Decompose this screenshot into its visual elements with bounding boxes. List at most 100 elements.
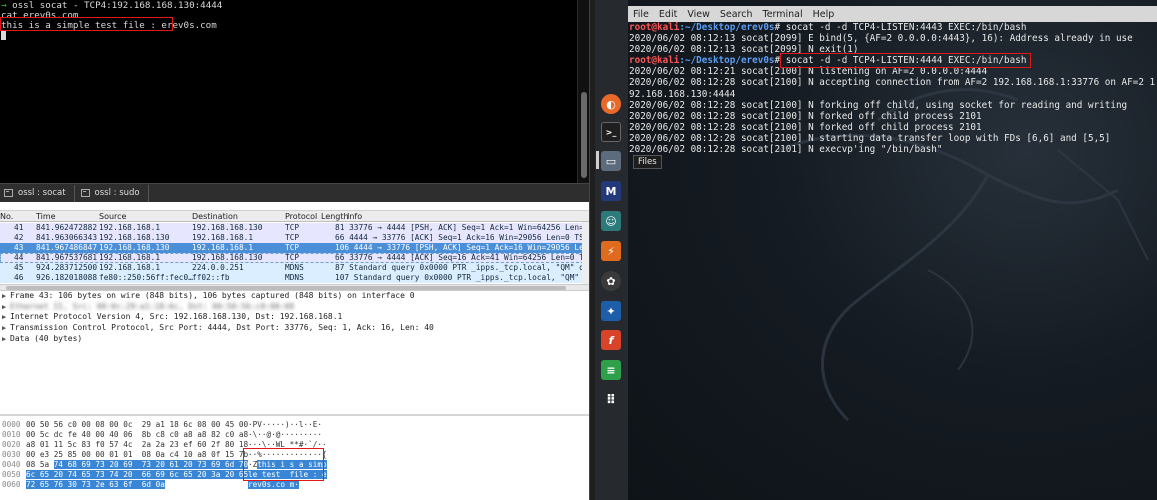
firefox-icon[interactable]: ◐ [601, 94, 621, 114]
terminal-scrollbar[interactable] [577, 0, 589, 183]
expand-arrow-icon[interactable]: ▶ [2, 312, 10, 323]
hex-ascii[interactable]: ·PV·····)··l··E· [248, 420, 322, 430]
line-text: 2020/06/02 08:12:21 socat[2100] N listen… [629, 66, 988, 78]
terminal-icon[interactable]: >_ [601, 122, 621, 142]
hex-bytes[interactable]: 00 5c dc fe 40 00 40 06 8b c8 c0 a8 a8 8… [26, 430, 248, 440]
hex-ascii[interactable]: rev0s.co m· [248, 480, 299, 490]
hex-bytes[interactable]: 72 65 76 30 73 2e 63 6f 6d 0a [26, 480, 165, 490]
expand-arrow-icon[interactable]: ▶ [2, 334, 10, 345]
hex-bytes[interactable]: a8 01 11 5c 83 f0 57 4c 2a 2a 23 ef 60 2… [26, 440, 248, 450]
hex-row: 0040 08 5a 74 68 69 73 20 69 73 20 61 20 … [0, 460, 589, 470]
faraday-icon[interactable]: f [601, 330, 621, 350]
packet-row[interactable]: 43 841.967486847 192.168.168.130 192.168.16… [0, 243, 589, 253]
hex-bytes[interactable]: 6c 65 20 74 65 73 74 20 66 69 6c 65 20 3… [26, 470, 249, 480]
col-time[interactable]: Time [36, 212, 56, 221]
hex-highlight: 6c 65 20 74 65 73 74 20 66 69 6c 65 20 3… [26, 470, 249, 479]
hex-row: 0000 00 50 56 c0 00 08 00 0c 29 a1 18 6c … [0, 420, 589, 430]
packet-row[interactable]: 44 841.967537681 192.168.168.1 192.168.168.… [0, 253, 589, 263]
ascii-plain: ··%·············{ [248, 450, 327, 459]
packet-time: 924.283712500 [36, 263, 98, 272]
burpsuite-icon[interactable]: ⚡ [601, 241, 621, 261]
beef-icon[interactable]: ✦ [601, 301, 621, 321]
packet-no: 44 [14, 253, 24, 262]
task-ossl-sudo[interactable]: ossl : sudo [77, 184, 149, 202]
hex-plain: 00 e3 25 85 00 00 01 01 08 0a c4 10 a8 0… [26, 450, 249, 459]
packet-row[interactable]: 42 841.963066343 192.168.168.130 192.168.16… [0, 233, 589, 243]
detail-row[interactable]: ▶ Internet Protocol Version 4, Src: 192.1… [0, 312, 589, 323]
show-apps-icon[interactable]: ⠿ [601, 390, 621, 410]
detail-row[interactable]: ▶ Transmission Control Protocol, Src Port… [0, 323, 589, 334]
hex-row: 0030 00 e3 25 85 00 00 01 01 08 0a c4 10 … [0, 450, 589, 460]
ascii-highlight: this i s a simp [257, 460, 327, 469]
metasploit-icon[interactable]: M [601, 181, 621, 201]
hex-ascii[interactable]: ··%·············{ [248, 450, 327, 460]
files-tooltip: Files [633, 155, 662, 169]
hex-row: 0060 72 65 76 30 73 2e 63 6f 6d 0a rev0s.c… [0, 480, 589, 490]
detail-row[interactable]: ▶ Frame 43: 106 bytes on wire (848 bits),… [0, 291, 589, 302]
kali-terminal-window[interactable]: File Edit View Search Terminal Help root@kali… [628, 0, 1157, 500]
packet-source: 192.168.168.130 [99, 233, 170, 242]
hex-ascii[interactable]: ···\··WL **#·`/·· [248, 440, 327, 450]
menu-help[interactable]: Help [813, 9, 835, 20]
packet-no: 43 [14, 243, 24, 252]
maltego-icon[interactable]: ✿ [601, 271, 621, 291]
expand-arrow-icon[interactable]: ▶ [2, 323, 10, 334]
col-info[interactable]: Info [347, 212, 362, 221]
scrollbar-thumb[interactable] [581, 92, 587, 178]
packet-details-pane: ▶ Frame 43: 106 bytes on wire (848 bits),… [0, 290, 589, 414]
packet-no: 46 [14, 273, 24, 282]
packet-source: 192.168.168.1 [99, 263, 161, 272]
hex-offset: 0000 [2, 420, 21, 429]
col-source[interactable]: Source [99, 212, 126, 221]
socat-client-terminal[interactable]: → ossl socat - TCP4:192.168.168.130:4444… [0, 0, 577, 183]
packet-list-scrollbar[interactable] [582, 222, 589, 284]
terminal-line: 2020/06/02 08:12:28 socat[2100] N forkin… [629, 100, 1157, 111]
detail-row[interactable]: ▶ Ethernet II, Src: 00:0c:29:a1:18:6c, Ds… [0, 302, 589, 313]
line-text: 2020/06/02 08:12:28 socat[2100] N starti… [629, 132, 1111, 144]
packet-no: 42 [14, 233, 24, 242]
line-text: 2020/06/02 08:12:28 socat[2101] N execvp… [629, 144, 943, 156]
packet-info: 66 33776 → 4444 [ACK] Seq=16 Ack=41 Win=… [335, 253, 589, 262]
text-cursor [1, 31, 6, 40]
menu-terminal[interactable]: Terminal [763, 9, 803, 20]
packet-row[interactable]: 46 926.182018088 fe80::250:56ff:fec0… ff02:… [0, 273, 589, 283]
hex-bytes[interactable]: 00 50 56 c0 00 08 00 0c 29 a1 18 6c 08 0… [26, 420, 248, 430]
col-protocol[interactable]: Protocol [285, 212, 317, 221]
packet-destination: 192.168.168.130 [192, 253, 263, 262]
files-icon[interactable]: ▭ [601, 151, 621, 171]
menu-edit[interactable]: Edit [659, 9, 677, 20]
menu-search[interactable]: Search [720, 9, 753, 20]
ascii-plain: ·PV·····)··l··E· [248, 420, 323, 429]
prompt-path: :~/Desktop/erev0s [679, 22, 775, 33]
hex-plain: 08 5a [26, 460, 54, 469]
terminal-line: 2020/06/02 08:12:13 socat[2099] N exit(1… [629, 44, 1157, 55]
col-length[interactable]: Length [321, 212, 349, 221]
col-destination[interactable]: Destination [192, 212, 238, 221]
armitage-icon[interactable]: ☺ [601, 211, 621, 231]
detail-text: Transmission Control Protocol, Src Port:… [10, 323, 434, 333]
prompt-hash: # [774, 22, 786, 33]
packet-protocol: TCP [285, 223, 300, 232]
expand-arrow-icon[interactable]: ▶ [2, 302, 10, 313]
packet-row[interactable]: 41 841.962472882 192.168.168.1 192.168.168.… [0, 223, 589, 233]
packet-protocol: TCP [285, 243, 300, 252]
hex-ascii[interactable]: ·\··@·@········· [248, 430, 322, 440]
hex-ascii[interactable]: ·Zthis i s a simp [248, 460, 327, 470]
notes-icon[interactable]: ≡ [601, 360, 621, 380]
col-no[interactable]: No. [0, 212, 13, 221]
packet-row[interactable]: 45 924.283712500 192.168.168.1 224.0.0.251 M… [0, 263, 589, 273]
packet-protocol: TCP [285, 253, 300, 262]
menu-view[interactable]: View [687, 9, 710, 20]
terminal-icon [80, 189, 90, 197]
kali-terminal-output[interactable]: root@kali:~/Desktop/erev0s# socat -d -d … [628, 22, 1157, 500]
terminal-taskbar: ossl : socat ossl : sudo [0, 183, 589, 202]
hex-ascii[interactable]: le test file : e [248, 470, 327, 480]
expand-arrow-icon[interactable]: ▶ [2, 291, 10, 302]
task-ossl-socat[interactable]: ossl : socat [0, 184, 75, 202]
detail-row[interactable]: ▶ Data (40 bytes) [0, 334, 589, 345]
hex-bytes[interactable]: 00 e3 25 85 00 00 01 01 08 0a c4 10 a8 0… [26, 450, 248, 460]
packet-source: 192.168.168.1 [99, 253, 161, 262]
hex-bytes[interactable]: 08 5a 74 68 69 73 20 69 73 20 61 20 73 6… [26, 460, 249, 470]
terminal-line: 2020/06/02 08:12:28 socat[2101] N execvp… [629, 144, 1157, 155]
menu-file[interactable]: File [633, 9, 649, 20]
